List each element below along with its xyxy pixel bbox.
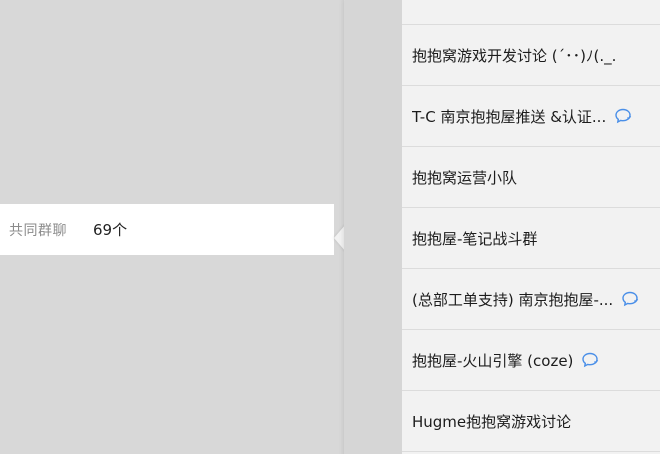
group-item[interactable]: T-C 南京抱抱屋推送 &认证...: [402, 86, 660, 147]
group-name: 抱抱屋-笔记战斗群: [412, 229, 538, 248]
group-item[interactable]: 抱抱窝游戏开发讨论 (´･･)ﾉ(._.: [402, 25, 660, 86]
common-groups-count: 69个: [93, 221, 128, 239]
group-item[interactable]: 抱抱屋-笔记战斗群: [402, 208, 660, 269]
group-name: T-C 南京抱抱屋推送 &认证...: [412, 107, 607, 126]
group-name: 抱抱窝运营小队: [412, 168, 518, 187]
group-item[interactable]: 抱抱窝运营小队: [402, 147, 660, 208]
avatar-column: [344, 0, 402, 454]
group-name: 抱抱屋-火山引擎 (coze): [412, 351, 574, 370]
list-top-partial-row: [402, 0, 660, 25]
group-name: 抱抱窝游戏开发讨论 (´･･)ﾉ(._.: [412, 46, 617, 65]
group-list: 抱抱窝游戏开发讨论 (´･･)ﾉ(._. T-C 南京抱抱屋推送 &认证... …: [402, 0, 660, 452]
group-item[interactable]: 抱抱屋-火山引擎 (coze): [402, 330, 660, 391]
screen: 共同群聊 69个 抱抱窝游戏开发讨论 (´･･)ﾉ(._. T-C 南京抱抱屋推…: [0, 0, 660, 454]
common-groups-label: 共同群聊: [9, 222, 67, 239]
group-item[interactable]: Hugme抱抱窝游戏讨论: [402, 391, 660, 452]
group-name: Hugme抱抱窝游戏讨论: [412, 412, 572, 431]
group-item[interactable]: (总部工单支持) 南京抱抱屋-...: [402, 269, 660, 330]
group-name: (总部工单支持) 南京抱抱屋-...: [412, 290, 614, 309]
chat-bubble-icon: [615, 108, 632, 124]
chat-bubble-icon: [582, 352, 599, 368]
common-groups-popover: 抱抱窝游戏开发讨论 (´･･)ﾉ(._. T-C 南京抱抱屋推送 &认证... …: [344, 0, 660, 454]
chat-bubble-icon: [622, 291, 639, 307]
common-groups-row[interactable]: 共同群聊 69个: [0, 204, 334, 255]
